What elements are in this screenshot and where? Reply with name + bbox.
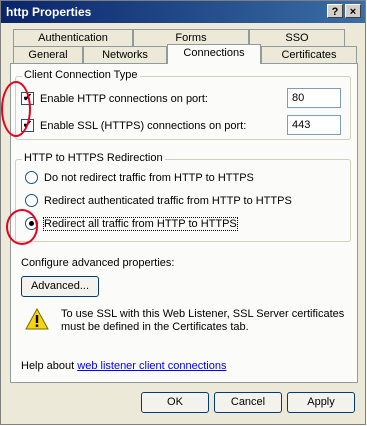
tab-general[interactable]: General bbox=[13, 46, 83, 63]
radio-redirect-authenticated[interactable] bbox=[25, 194, 38, 207]
help-prefix: Help about bbox=[21, 360, 78, 372]
connections-panel: Client Connection Type ✔ Enable HTTP con… bbox=[10, 63, 358, 383]
tab-connections[interactable]: Connections bbox=[167, 44, 261, 64]
radio-no-redirect-label: Do not redirect traffic from HTTP to HTT… bbox=[44, 172, 254, 184]
tab-networks[interactable]: Networks bbox=[83, 46, 167, 63]
radio-no-redirect[interactable] bbox=[25, 171, 38, 184]
tab-sso[interactable]: SSO bbox=[249, 29, 345, 46]
ok-button[interactable]: OK bbox=[141, 392, 209, 413]
help-link[interactable]: web listener client connections bbox=[77, 360, 226, 372]
cancel-button[interactable]: Cancel bbox=[214, 392, 282, 413]
radio-redirect-authenticated-label: Redirect authenticated traffic from HTTP… bbox=[44, 195, 292, 207]
http-port-input[interactable] bbox=[287, 88, 341, 108]
advanced-label: Configure advanced properties: bbox=[21, 257, 175, 269]
warning-text: To use SSL with this Web Listener, SSL S… bbox=[61, 308, 345, 333]
http-label: Enable HTTP connections on port: bbox=[40, 93, 208, 105]
redirection-title: HTTP to HTTPS Redirection bbox=[22, 152, 165, 164]
radio-redirect-all-label: Redirect all traffic from HTTP to HTTPS bbox=[43, 217, 238, 231]
client-connection-title: Client Connection Type bbox=[22, 69, 140, 81]
tab-certificates[interactable]: Certificates bbox=[261, 46, 357, 63]
close-button[interactable]: × bbox=[345, 4, 361, 18]
apply-button[interactable]: Apply bbox=[287, 392, 355, 413]
properties-dialog: http Properties ? × Authentication Forms… bbox=[0, 0, 366, 425]
window-title: http Properties bbox=[6, 5, 92, 19]
annotation-circle-radio bbox=[6, 209, 38, 245]
warning-icon bbox=[25, 308, 49, 330]
help-line: Help about web listener client connectio… bbox=[21, 360, 226, 372]
annotation-circle-checkboxes bbox=[1, 81, 31, 137]
https-port-input[interactable] bbox=[287, 115, 341, 135]
advanced-button[interactable]: Advanced... bbox=[21, 276, 99, 297]
help-button[interactable]: ? bbox=[327, 4, 343, 18]
https-label: Enable SSL (HTTPS) connections on port: bbox=[40, 120, 247, 132]
tab-authentication[interactable]: Authentication bbox=[13, 29, 133, 46]
title-bar: http Properties ? × bbox=[1, 1, 365, 23]
